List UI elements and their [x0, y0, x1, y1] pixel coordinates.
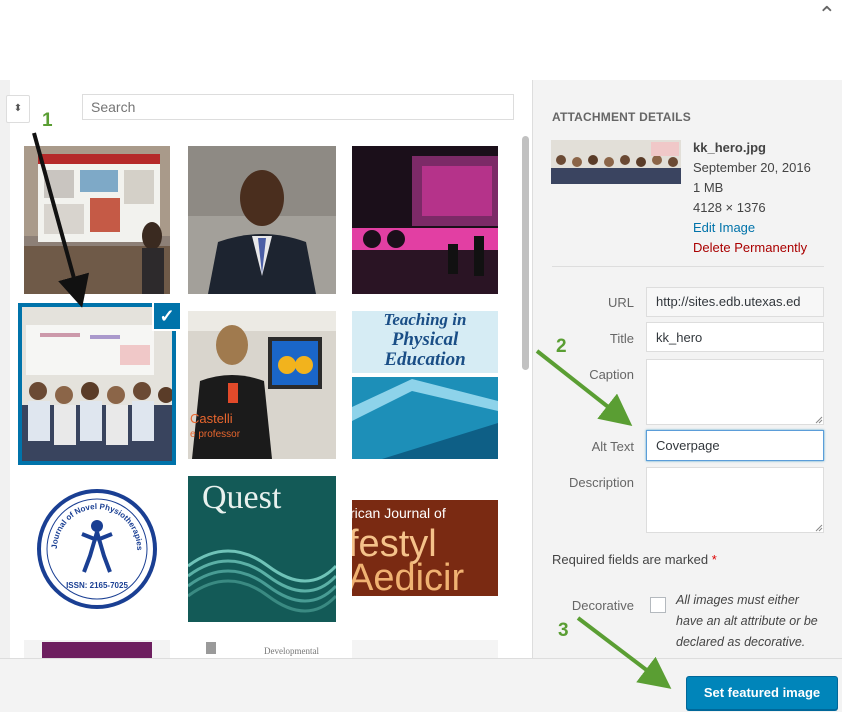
resize-grip-icon[interactable] — [815, 416, 823, 424]
lab-photo: Castelli e professor — [188, 311, 336, 459]
required-star: * — [711, 552, 717, 567]
decorative-note: All images must either have an alt attri… — [676, 593, 818, 649]
developmental-cover: Developmental — [188, 640, 336, 658]
attachment-tile[interactable]: Developmental — [188, 640, 336, 658]
alt-text-label: Alt Text — [591, 439, 634, 454]
attachment-tile[interactable]: rican Journal of festyl Aedicir — [352, 476, 498, 622]
media-filter-select[interactable]: ⬍ — [6, 95, 30, 123]
svg-text:ISSN: 2165-7025: ISSN: 2165-7025 — [66, 581, 128, 590]
attachment-tile[interactable] — [24, 640, 170, 658]
caption-label: Caption — [589, 367, 634, 382]
attachment-tile[interactable]: Journal of Novel Physiotherapies ISSN: 2… — [24, 476, 170, 622]
stage-photo — [352, 146, 498, 294]
scrollbar-thumb[interactable] — [522, 136, 529, 370]
annotation-number-3: 3 — [558, 620, 569, 641]
url-label: URL — [607, 295, 634, 310]
svg-text:Castelli: Castelli — [190, 411, 233, 426]
required-fields-note: Required fields are marked * — [552, 552, 717, 567]
file-date: September 20, 2016 — [693, 160, 811, 175]
search-input[interactable] — [82, 94, 514, 120]
attachment-tile[interactable] — [352, 146, 498, 294]
resize-grip-icon[interactable] — [815, 524, 823, 532]
decorative-label: Decorative — [571, 598, 634, 613]
svg-text:e professor: e professor — [190, 429, 241, 440]
classroom-photo — [20, 305, 174, 463]
svg-text:Quest: Quest — [202, 479, 282, 516]
svg-text:rican Journal of: rican Journal of — [352, 505, 446, 521]
attachment-tile[interactable] — [188, 146, 336, 294]
attachment-tile[interactable]: Castelli e professor — [188, 311, 336, 459]
annotation-number-2: 2 — [556, 336, 567, 357]
modal-header: ⌃ — [0, 0, 842, 80]
lifestyle-cover: rican Journal of festyl Aedicir — [352, 476, 498, 622]
required-note-text: Required fields are marked — [552, 552, 709, 567]
description-label: Description — [568, 475, 634, 490]
svg-text:Teaching in: Teaching in — [384, 311, 467, 329]
attachment-tile-selected[interactable] — [18, 303, 176, 465]
left-edge — [0, 80, 10, 658]
delete-permanently-link[interactable]: Delete Permanently — [693, 238, 811, 258]
portrait-photo — [188, 146, 336, 294]
svg-text:Education: Education — [383, 349, 465, 370]
journal-cover: Teaching in Physical Education — [352, 311, 498, 459]
poster-photo — [24, 146, 170, 294]
details-divider — [552, 266, 824, 267]
svg-text:Physical: Physical — [391, 329, 459, 350]
selected-check-icon[interactable]: ✓ — [152, 301, 182, 331]
edit-image-link[interactable]: Edit Image — [693, 218, 811, 238]
close-icon[interactable]: ⌃ — [818, 2, 836, 28]
decorative-checkbox[interactable] — [650, 597, 666, 613]
file-name: kk_hero.jpg — [693, 140, 766, 155]
svg-text:Developmental: Developmental — [264, 646, 319, 656]
set-featured-image-button[interactable]: Set featured image — [686, 676, 838, 710]
url-field[interactable]: http://sites.edb.utexas.ed — [646, 287, 824, 317]
attachment-details-heading: ATTACHMENT DETAILS — [552, 110, 691, 124]
purple-cover — [24, 640, 170, 658]
file-dimensions: 4128 × 1376 — [693, 200, 766, 215]
attachment-tile[interactable]: Quest — [188, 476, 336, 622]
file-info: kk_hero.jpg September 20, 2016 1 MB 4128… — [693, 138, 811, 258]
attachment-thumbnail — [551, 140, 681, 184]
title-field[interactable] — [646, 322, 824, 352]
caption-field[interactable] — [646, 359, 824, 425]
attachment-tile[interactable] — [352, 640, 498, 658]
annotation-number-1: 1 — [42, 110, 53, 131]
quest-cover: Quest — [188, 476, 336, 622]
alt-text-field[interactable] — [646, 430, 824, 461]
svg-text:Aedicir: Aedicir — [352, 557, 464, 599]
file-size: 1 MB — [693, 180, 724, 195]
description-field[interactable] — [646, 467, 824, 533]
attachment-tile[interactable] — [24, 146, 170, 294]
attachment-tile[interactable]: Teaching in Physical Education — [352, 311, 498, 459]
journal-seal: Journal of Novel Physiotherapies ISSN: 2… — [24, 476, 170, 622]
